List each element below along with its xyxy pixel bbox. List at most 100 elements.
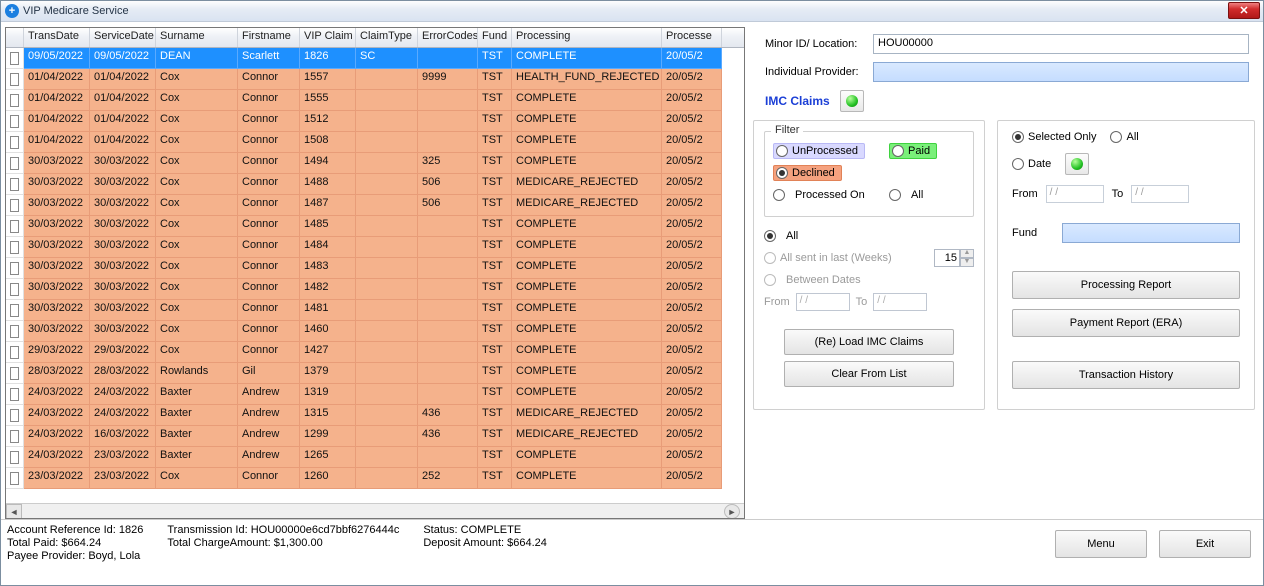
row-checkbox[interactable] bbox=[10, 178, 19, 191]
table-row[interactable]: 30/03/202230/03/2022CoxConnor1483TSTCOMP… bbox=[6, 258, 744, 279]
radio-report-all[interactable] bbox=[1110, 131, 1122, 143]
row-checkbox[interactable] bbox=[10, 409, 19, 422]
table-row[interactable]: 29/03/202229/03/2022CoxConnor1427TSTCOMP… bbox=[6, 342, 744, 363]
table-row[interactable]: 09/05/202209/05/2022DEANScarlett1826SCTS… bbox=[6, 48, 744, 69]
column-header[interactable]: ErrorCodes bbox=[418, 28, 478, 47]
row-checkbox[interactable] bbox=[10, 73, 19, 86]
individual-provider-field[interactable] bbox=[873, 62, 1249, 82]
exit-button[interactable]: Exit bbox=[1159, 530, 1251, 558]
radio-selected-only-row[interactable]: Selected Only bbox=[1012, 131, 1096, 143]
from-label: From bbox=[764, 296, 790, 308]
cell bbox=[418, 279, 478, 300]
column-header[interactable]: VIP Claim bbox=[300, 28, 356, 47]
report-to-date[interactable]: / / bbox=[1131, 185, 1189, 203]
fund-field[interactable] bbox=[1062, 223, 1240, 243]
radio-processed-on[interactable] bbox=[773, 189, 785, 201]
column-header[interactable]: Processe bbox=[662, 28, 722, 47]
row-checkbox[interactable] bbox=[10, 388, 19, 401]
claims-grid[interactable]: TransDateServiceDateSurnameFirstnameVIP … bbox=[5, 27, 745, 519]
pill-paid[interactable]: Paid bbox=[889, 143, 937, 159]
cell: Cox bbox=[156, 342, 238, 363]
payment-report-button[interactable]: Payment Report (ERA) bbox=[1012, 309, 1240, 337]
row-checkbox[interactable] bbox=[10, 199, 19, 212]
radio-report-date-row[interactable]: Date bbox=[1012, 158, 1051, 170]
row-checkbox[interactable] bbox=[10, 472, 19, 485]
table-row[interactable]: 01/04/202201/04/2022CoxConnor1555TSTCOMP… bbox=[6, 90, 744, 111]
row-checkbox[interactable] bbox=[10, 283, 19, 296]
radio-report-date[interactable] bbox=[1012, 158, 1024, 170]
radio-declined[interactable] bbox=[776, 167, 788, 179]
table-row[interactable]: 28/03/202228/03/2022RowlandsGil1379TSTCO… bbox=[6, 363, 744, 384]
row-checkbox[interactable] bbox=[10, 262, 19, 275]
table-row[interactable]: 01/04/202201/04/2022CoxConnor1508TSTCOMP… bbox=[6, 132, 744, 153]
table-row[interactable]: 24/03/202224/03/2022BaxterAndrew1319TSTC… bbox=[6, 384, 744, 405]
table-row[interactable]: 30/03/202230/03/2022CoxConnor1484TSTCOMP… bbox=[6, 237, 744, 258]
row-checkbox[interactable] bbox=[10, 94, 19, 107]
table-row[interactable]: 30/03/202230/03/2022CoxConnor1481TSTCOMP… bbox=[6, 300, 744, 321]
minor-id-field[interactable]: HOU00000 bbox=[873, 34, 1249, 54]
table-row[interactable]: 23/03/202223/03/2022CoxConnor1260252TSTC… bbox=[6, 468, 744, 489]
imc-info-button[interactable] bbox=[840, 90, 864, 112]
column-header[interactable]: Surname bbox=[156, 28, 238, 47]
column-header[interactable]: Firstname bbox=[238, 28, 300, 47]
row-checkbox[interactable] bbox=[10, 451, 19, 464]
row-checkbox[interactable] bbox=[10, 115, 19, 128]
table-row[interactable]: 01/04/202201/04/2022CoxConnor15579999TST… bbox=[6, 69, 744, 90]
scroll-left-arrow[interactable]: ◄ bbox=[6, 504, 22, 519]
to-date-input[interactable]: / / bbox=[873, 293, 927, 311]
table-row[interactable]: 30/03/202230/03/2022CoxConnor1488506TSTM… bbox=[6, 174, 744, 195]
table-row[interactable]: 24/03/202216/03/2022BaxterAndrew1299436T… bbox=[6, 426, 744, 447]
radio-unprocessed[interactable] bbox=[776, 145, 788, 157]
spin-down[interactable]: ▼ bbox=[960, 258, 974, 267]
grid-body[interactable]: 09/05/202209/05/2022DEANScarlett1826SCTS… bbox=[6, 48, 744, 503]
radio-processed-on-row[interactable]: Processed On bbox=[773, 184, 865, 206]
column-header[interactable]: TransDate bbox=[24, 28, 90, 47]
row-checkbox[interactable] bbox=[10, 346, 19, 359]
row-checkbox[interactable] bbox=[10, 157, 19, 170]
table-row[interactable]: 24/03/202223/03/2022BaxterAndrew1265TSTC… bbox=[6, 447, 744, 468]
row-checkbox[interactable] bbox=[10, 304, 19, 317]
radio-report-all-row[interactable]: All bbox=[1110, 131, 1138, 143]
row-checkbox[interactable] bbox=[10, 241, 19, 254]
close-button[interactable]: ✕ bbox=[1228, 2, 1260, 19]
radio-range-all[interactable] bbox=[764, 230, 776, 242]
row-checkbox[interactable] bbox=[10, 325, 19, 338]
spin-up[interactable]: ▲ bbox=[960, 249, 974, 258]
table-row[interactable]: 30/03/202230/03/2022CoxConnor1485TSTCOMP… bbox=[6, 216, 744, 237]
pill-declined[interactable]: Declined bbox=[773, 165, 842, 181]
processing-report-button[interactable]: Processing Report bbox=[1012, 271, 1240, 299]
radio-range-all-row[interactable]: All bbox=[764, 225, 974, 247]
row-checkbox[interactable] bbox=[10, 430, 19, 443]
row-checkbox[interactable] bbox=[10, 52, 19, 65]
reload-claims-button[interactable]: (Re) Load IMC Claims bbox=[784, 329, 954, 355]
from-date-input[interactable]: / / bbox=[796, 293, 850, 311]
cell: 20/05/2 bbox=[662, 195, 722, 216]
clear-from-list-button[interactable]: Clear From List bbox=[784, 361, 954, 387]
row-checkbox[interactable] bbox=[10, 367, 19, 380]
table-row[interactable]: 01/04/202201/04/2022CoxConnor1512TSTCOMP… bbox=[6, 111, 744, 132]
column-header[interactable]: Processing bbox=[512, 28, 662, 47]
column-header[interactable]: Fund bbox=[478, 28, 512, 47]
table-row[interactable]: 30/03/202230/03/2022CoxConnor1482TSTCOMP… bbox=[6, 279, 744, 300]
row-checkbox[interactable] bbox=[10, 220, 19, 233]
weeks-spinner[interactable]: ▲▼ bbox=[934, 249, 974, 267]
radio-paid[interactable] bbox=[892, 145, 904, 157]
menu-button[interactable]: Menu bbox=[1055, 530, 1147, 558]
table-row[interactable]: 30/03/202230/03/2022CoxConnor1487506TSTM… bbox=[6, 195, 744, 216]
column-header[interactable]: ServiceDate bbox=[90, 28, 156, 47]
horizontal-scrollbar[interactable]: ◄ ► bbox=[6, 503, 744, 519]
radio-filter-all[interactable] bbox=[889, 189, 901, 201]
table-row[interactable]: 30/03/202230/03/2022CoxConnor1494325TSTC… bbox=[6, 153, 744, 174]
table-row[interactable]: 30/03/202230/03/2022CoxConnor1460TSTCOMP… bbox=[6, 321, 744, 342]
row-checkbox[interactable] bbox=[10, 136, 19, 149]
column-header[interactable]: ClaimType bbox=[356, 28, 418, 47]
transaction-history-button[interactable]: Transaction History bbox=[1012, 361, 1240, 389]
radio-filter-all-row[interactable]: All bbox=[889, 184, 937, 206]
scroll-right-arrow[interactable]: ► bbox=[724, 504, 740, 519]
radio-selected-only[interactable] bbox=[1012, 131, 1024, 143]
report-from-date[interactable]: / / bbox=[1046, 185, 1104, 203]
weeks-input[interactable] bbox=[934, 249, 960, 267]
date-info-button[interactable] bbox=[1065, 153, 1089, 175]
table-row[interactable]: 24/03/202224/03/2022BaxterAndrew1315436T… bbox=[6, 405, 744, 426]
pill-unprocessed[interactable]: UnProcessed bbox=[773, 143, 865, 159]
